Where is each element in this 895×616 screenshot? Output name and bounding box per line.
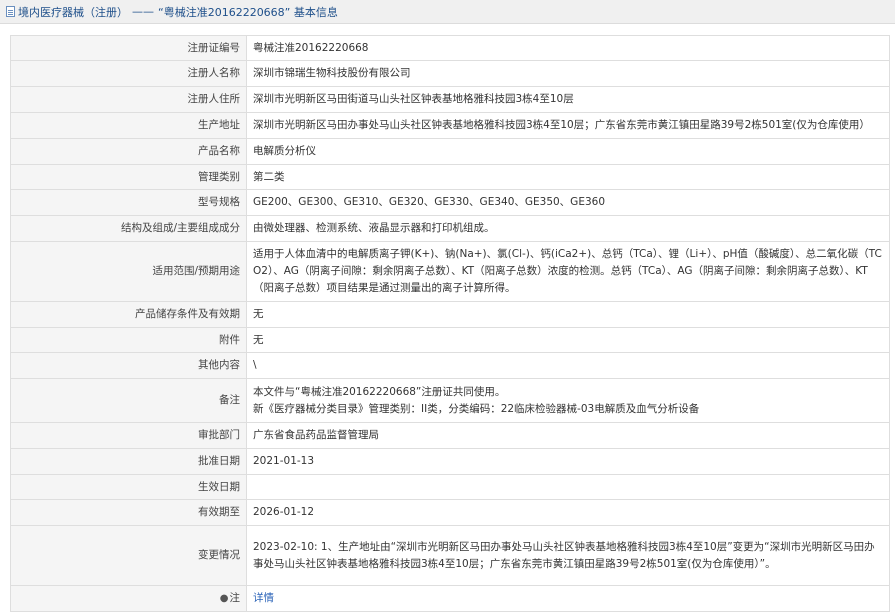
header-category: 境内医疗器械（注册）: [18, 5, 128, 19]
row-label: 型号规格: [10, 189, 247, 216]
row-value: 详情: [246, 585, 890, 612]
row-value: 本文件与“粤械注准20162220668”注册证共同使用。 新《医疗器械分类目录…: [246, 378, 890, 423]
details-link[interactable]: 详情: [253, 592, 274, 604]
row-label: 附件: [10, 327, 247, 353]
row-value: 2026-01-12: [246, 499, 890, 526]
table-row: 产品名称 电解质分析仪: [10, 138, 890, 165]
row-value: 由微处理器、检测系统、液晶显示器和打印机组成。: [246, 215, 890, 242]
row-value: 2021-01-13: [246, 448, 890, 475]
document-icon: [6, 6, 15, 17]
row-label: 备注: [10, 378, 247, 423]
table-row: 审批部门 广东省食品药品监督管理局: [10, 422, 890, 449]
remark-line-2: 新《医疗器械分类目录》管理类别：II类，分类编码：22临床检验器械-03电解质及…: [253, 402, 700, 415]
row-label: 注册人住所: [10, 86, 247, 113]
note-label: 注: [229, 592, 241, 604]
row-label: 结构及组成/主要组成成分: [10, 215, 247, 242]
row-value: 电解质分析仪: [246, 138, 890, 165]
table-row: 生产地址 深圳市光明新区马田办事处马山头社区钟表基地格雅科技园3栋4至10层；广…: [10, 112, 890, 139]
row-value: 适用于人体血清中的电解质离子钾(K+)、钠(Na+)、氯(Cl-)、钙(iCa2…: [246, 241, 890, 302]
table-row: ●注 详情: [10, 585, 890, 612]
table-row: 有效期至 2026-01-12: [10, 499, 890, 526]
row-label: 其他内容: [10, 352, 247, 379]
row-label: 生产地址: [10, 112, 247, 139]
remark-line-1: 本文件与“粤械注准20162220668”注册证共同使用。: [253, 385, 506, 398]
table-row: 注册证编号 粤械注准20162220668: [10, 35, 890, 61]
row-value: 深圳市光明新区马田办事处马山头社区钟表基地格雅科技园3栋4至10层；广东省东莞市…: [246, 112, 890, 139]
table-row: 备注 本文件与“粤械注准20162220668”注册证共同使用。 新《医疗器械分…: [10, 378, 890, 423]
header-title: “粤械注准20162220668” 基本信息: [158, 5, 338, 19]
row-label: 有效期至: [10, 499, 247, 526]
row-label: 产品名称: [10, 138, 247, 165]
row-label: 适用范围/预期用途: [10, 241, 247, 302]
table-row: 产品储存条件及有效期 无: [10, 301, 890, 328]
row-value: 无: [246, 327, 890, 353]
pin-icon: ●: [219, 593, 229, 604]
row-value: 第二类: [246, 164, 890, 190]
row-label: 审批部门: [10, 422, 247, 449]
row-value: 深圳市锦瑞生物科技股份有限公司: [246, 60, 890, 87]
row-value: 深圳市光明新区马田街道马山头社区钟表基地格雅科技园3栋4至10层: [246, 86, 890, 113]
table-row: 型号规格 GE200、GE300、GE310、GE320、GE330、GE340…: [10, 189, 890, 216]
row-label: 批准日期: [10, 448, 247, 475]
row-value: 无: [246, 301, 890, 328]
table-row: 注册人住所 深圳市光明新区马田街道马山头社区钟表基地格雅科技园3栋4至10层: [10, 86, 890, 113]
table-row: 批准日期 2021-01-13: [10, 448, 890, 475]
row-value: 广东省食品药品监督管理局: [246, 422, 890, 449]
table-row: 结构及组成/主要组成成分 由微处理器、检测系统、液晶显示器和打印机组成。: [10, 215, 890, 242]
table-row: 变更情况 2023-02-10: 1、生产地址由“深圳市光明新区马田办事处马山头…: [10, 525, 890, 586]
row-label: 注册人名称: [10, 60, 247, 87]
page-header: 境内医疗器械（注册） —— “粤械注准20162220668” 基本信息: [0, 0, 895, 24]
row-value: 2023-02-10: 1、生产地址由“深圳市光明新区马田办事处马山头社区钟表基…: [246, 525, 890, 586]
row-value: [246, 474, 890, 500]
row-label: 管理类别: [10, 164, 247, 190]
table-row: 管理类别 第二类: [10, 164, 890, 190]
row-label: 变更情况: [10, 525, 247, 586]
row-value: GE200、GE300、GE310、GE320、GE330、GE340、GE35…: [246, 189, 890, 216]
row-value: \: [246, 352, 890, 379]
table-row: 生效日期: [10, 474, 890, 500]
row-label: ●注: [10, 585, 247, 612]
row-value: 粤械注准20162220668: [246, 35, 890, 61]
table-row: 附件 无: [10, 327, 890, 353]
row-label: 生效日期: [10, 474, 247, 500]
header-separator: ——: [132, 5, 154, 18]
row-label: 注册证编号: [10, 35, 247, 61]
table-row: 适用范围/预期用途 适用于人体血清中的电解质离子钾(K+)、钠(Na+)、氯(C…: [10, 241, 890, 302]
info-table: 注册证编号 粤械注准20162220668 注册人名称 深圳市锦瑞生物科技股份有…: [10, 35, 890, 612]
row-label: 产品储存条件及有效期: [10, 301, 247, 328]
table-row: 注册人名称 深圳市锦瑞生物科技股份有限公司: [10, 60, 890, 87]
table-row: 其他内容 \: [10, 352, 890, 379]
